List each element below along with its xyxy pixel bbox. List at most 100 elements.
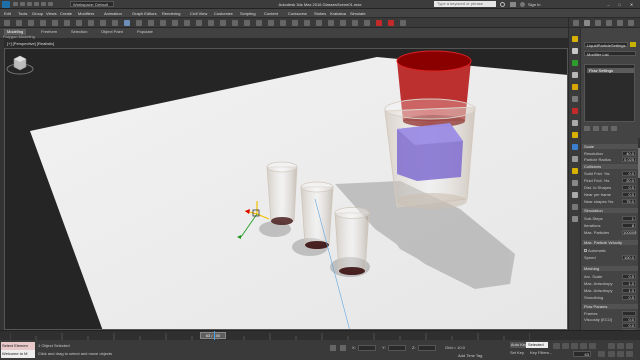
collision-value[interactable]: 0.5 [622, 185, 636, 190]
display-tab-icon[interactable] [617, 20, 623, 26]
play-icon[interactable] [571, 343, 578, 349]
maxscript-macro-line[interactable]: Select Elemen [1, 342, 35, 350]
angle-snap-icon[interactable] [220, 20, 226, 26]
show-end-result-icon[interactable] [593, 126, 599, 131]
current-frame-field[interactable]: 63 [573, 351, 591, 357]
mirror-icon[interactable] [268, 20, 274, 26]
maxscript-input-line[interactable]: Welcome to M [1, 350, 35, 358]
grid-icon[interactable] [572, 96, 578, 102]
select-and-rotate-icon[interactable] [136, 20, 142, 26]
menu-item-scripting[interactable]: Scripting [240, 11, 256, 16]
motion-tab-icon[interactable] [606, 20, 612, 26]
menu-item-graph-editors[interactable]: Graph Editors [132, 11, 157, 16]
maxscript-listener[interactable]: Select Elemen Welcome to M [1, 342, 35, 358]
flow-value[interactable]: 0.0 [622, 323, 636, 328]
menu-item-group[interactable]: Group [32, 11, 43, 16]
window-crossing-icon[interactable] [112, 20, 118, 26]
open-file-icon[interactable] [20, 2, 25, 6]
zoom-extents-icon[interactable] [626, 343, 633, 349]
field-of-view-icon[interactable] [608, 351, 615, 357]
emitter-icon[interactable] [572, 84, 578, 90]
collision-value[interactable]: 0.0 [622, 171, 636, 176]
meshing-value[interactable]: 0.5 [622, 274, 636, 279]
speed-value[interactable]: 100.0 [622, 255, 636, 260]
menu-item-krakatoa[interactable]: Krakatoa [330, 11, 346, 16]
lock-selection-icon[interactable] [330, 345, 336, 351]
perspective-viewport[interactable] [4, 48, 568, 330]
undo-icon[interactable] [34, 2, 39, 6]
user-icon[interactable] [520, 2, 525, 7]
flow-value[interactable]: 0.0 [622, 317, 636, 322]
search-icon[interactable] [500, 2, 505, 7]
curve-editor-icon[interactable] [316, 20, 322, 26]
mesher-icon[interactable] [572, 72, 578, 78]
collision-value[interactable]: 0.0 [622, 192, 636, 197]
collider-icon[interactable] [572, 60, 578, 66]
spinner-snap-icon[interactable] [244, 20, 250, 26]
modifier-list-dropdown[interactable]: Modifier List [584, 51, 636, 57]
automatic-checkbox[interactable]: Automatic [584, 248, 636, 253]
about-icon[interactable] [572, 216, 578, 222]
render-icon[interactable] [376, 20, 382, 26]
rectangular-selection-icon[interactable] [100, 20, 106, 26]
sign-in-link[interactable]: Sign In [528, 2, 540, 7]
time-config-icon[interactable] [598, 351, 605, 357]
time-slider[interactable]: 63 / 100 [200, 332, 226, 339]
flow-value[interactable] [622, 311, 636, 316]
project-folder-icon[interactable] [48, 2, 53, 6]
timeline[interactable]: 63 / 100 [0, 330, 640, 341]
zoom-all-icon[interactable] [617, 343, 624, 349]
render-setup-icon[interactable] [352, 20, 358, 26]
maximize-button[interactable]: □ [615, 1, 624, 8]
tab-freeform[interactable]: Freeform [38, 29, 60, 35]
menu-item-simulate[interactable]: Simulate [350, 11, 366, 16]
simulation-value[interactable]: 1 [622, 216, 636, 221]
menu-item-corkscrew[interactable]: Corkscrew [288, 11, 307, 16]
help-icon[interactable] [510, 2, 516, 7]
cache-icon[interactable] [572, 144, 578, 150]
absolute-mode-icon[interactable] [340, 345, 346, 351]
solver-icon[interactable] [572, 120, 578, 126]
schematic-view-icon[interactable] [328, 20, 334, 26]
rollout-simulation[interactable]: Simulation [582, 208, 638, 213]
menu-item-customize[interactable]: Customize [214, 11, 233, 16]
rollout-meshing[interactable]: Meshing [582, 266, 638, 271]
force-icon[interactable] [572, 108, 578, 114]
collision-value[interactable]: 75.0 [622, 199, 636, 204]
layer-explorer-icon[interactable] [292, 20, 298, 26]
add-time-tag[interactable]: Add Time Tag [458, 353, 482, 358]
utilities-tab-icon[interactable] [628, 20, 634, 26]
rollout-flow-params[interactable]: Flow Params [582, 304, 638, 309]
menu-item-animation[interactable]: Animation [104, 11, 122, 16]
view-icon[interactable] [572, 192, 578, 198]
select-and-scale-icon[interactable] [148, 20, 154, 26]
timeline-ruler[interactable] [10, 333, 530, 340]
remove-modifier-icon[interactable] [611, 126, 617, 131]
search-input[interactable]: Type a keyword or phrase [434, 1, 496, 7]
simulation-value[interactable]: 100000 [622, 230, 636, 235]
menu-item-modifiers[interactable]: Modifiers [78, 11, 94, 16]
zoom-icon[interactable] [608, 343, 615, 349]
scale-value[interactable]: 40.0 [622, 151, 636, 156]
tab-selection[interactable]: Selection [68, 29, 90, 35]
link-icon[interactable] [572, 156, 578, 162]
material-editor-icon[interactable] [340, 20, 346, 26]
key-filters-button[interactable]: Key Filters... [530, 350, 552, 356]
menu-item-create[interactable]: Create [60, 11, 72, 16]
make-unique-icon[interactable] [602, 126, 608, 131]
link-icon[interactable] [28, 20, 34, 26]
modify-tab-icon[interactable] [584, 20, 590, 26]
save-file-icon[interactable] [27, 2, 32, 6]
tools-icon[interactable] [572, 180, 578, 186]
pin-stack-icon[interactable] [584, 126, 590, 131]
next-frame-icon[interactable] [580, 343, 587, 349]
go-to-start-icon[interactable] [553, 343, 560, 349]
menu-item-views[interactable]: Views [46, 11, 57, 16]
close-button[interactable]: ✕ [627, 1, 636, 8]
workspace-dropdown[interactable]: Workspace: Default [70, 1, 114, 7]
particle-system-icon[interactable] [572, 36, 578, 42]
scale-value[interactable]: 0.025 [622, 157, 636, 162]
app-logo-icon[interactable] [2, 1, 10, 8]
go-to-end-icon[interactable] [589, 343, 596, 349]
menu-item-edit[interactable]: Edit [4, 11, 11, 16]
